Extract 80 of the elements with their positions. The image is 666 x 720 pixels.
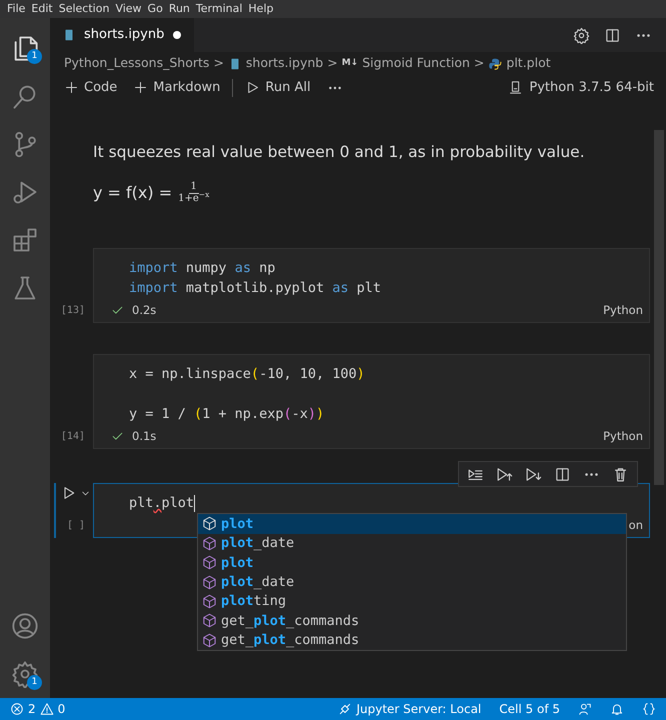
braces-icon[interactable] xyxy=(642,702,656,716)
cube-icon xyxy=(202,594,217,609)
execution-time: 0.2s xyxy=(132,302,156,319)
fraction-numerator: 1 xyxy=(188,182,199,194)
settings-icon[interactable] xyxy=(573,26,590,44)
plus-icon[interactable] xyxy=(133,80,148,95)
chevron-separator: > xyxy=(474,54,484,72)
suggestion-item[interactable]: plot_date xyxy=(198,572,626,592)
notification-badge: 1 xyxy=(27,49,42,64)
code-line: import matplotlib.pyplot as plt xyxy=(129,279,381,298)
run-above-icon[interactable] xyxy=(496,466,513,483)
code-line: import numpy as np xyxy=(129,259,276,278)
breadcrumb-item[interactable]: Sigmoid Function xyxy=(362,54,470,73)
run-below-icon[interactable] xyxy=(525,466,542,483)
suggestion-item[interactable]: get_plot_commands xyxy=(198,611,626,631)
suggestion-item[interactable]: plot xyxy=(198,553,626,572)
cell-language[interactable]: Python xyxy=(603,428,643,445)
cube-icon xyxy=(202,632,217,648)
cube-icon xyxy=(202,613,217,628)
cell-language[interactable]: on xyxy=(628,516,643,534)
code-line: y = 1 / (1 + np.exp(-x)) xyxy=(129,405,324,424)
split-editor-icon[interactable] xyxy=(554,466,571,483)
suggestion-item[interactable]: plot xyxy=(198,514,626,534)
breadcrumb-item[interactable]: shorts.ipynb xyxy=(246,54,324,73)
formula-lhs: y = f(x) = xyxy=(93,182,172,204)
add-cell-button[interactable]: Code xyxy=(84,78,118,98)
error-count[interactable]: 2 xyxy=(28,700,36,718)
cube-icon xyxy=(202,536,217,551)
kernel-picker[interactable]: Python 3.7.5 64-bit xyxy=(529,78,654,98)
trash-icon[interactable] xyxy=(612,466,629,483)
code-line: plt.plot xyxy=(129,494,194,514)
split-editor-icon[interactable] xyxy=(604,26,621,44)
cube-icon xyxy=(202,516,217,532)
menu-item[interactable]: Run xyxy=(166,0,193,18)
menu-item[interactable]: Edit xyxy=(28,0,56,18)
text-cursor xyxy=(194,494,196,512)
add-cell-button[interactable]: Markdown xyxy=(153,78,220,98)
scrollbar-thumb[interactable] xyxy=(654,130,664,485)
breadcrumb-item[interactable]: plt.plot xyxy=(506,54,551,73)
chevron-separator: > xyxy=(327,54,338,72)
execution-count: [13] xyxy=(60,304,85,318)
markdown-icon: M↓ xyxy=(342,56,358,70)
bell-icon[interactable] xyxy=(610,702,624,716)
code-cell[interactable]: import numpy as np import matplotlib.pyplot as plt 0.2s Python xyxy=(93,248,650,324)
notification-badge: 1 xyxy=(27,675,42,690)
focus-indicator xyxy=(54,483,56,538)
menu-item[interactable]: Help xyxy=(245,0,276,18)
suggestion-item[interactable]: get_plot_commands xyxy=(198,630,626,650)
feedback-icon[interactable] xyxy=(578,702,592,716)
cell-language[interactable]: Python xyxy=(603,302,643,319)
chevron-separator: > xyxy=(213,54,224,72)
kernel-icon[interactable] xyxy=(508,80,524,95)
breadcrumb-item[interactable]: Python_Lessons_Shorts xyxy=(64,54,210,73)
execution-time: 0.1s xyxy=(132,428,156,445)
code-line: x = np.linspace(-10, 10, 100) xyxy=(129,365,365,384)
cube-icon xyxy=(202,574,217,590)
markdown-paragraph: It squeezes real value between 0 and 1, as in probability value. xyxy=(93,142,586,163)
editor-tab[interactable]: shorts.ipynb xyxy=(50,18,194,52)
warning-count[interactable]: 0 xyxy=(58,700,66,718)
account-icon[interactable] xyxy=(11,612,39,640)
menu-item[interactable]: File xyxy=(4,0,28,18)
python-icon xyxy=(488,56,502,70)
blocks-icon[interactable] xyxy=(11,226,39,254)
plug-icon[interactable] xyxy=(338,702,352,716)
execution-count: [14] xyxy=(60,430,85,444)
warning-icon[interactable] xyxy=(40,702,54,716)
menu-item[interactable]: Terminal xyxy=(192,0,246,18)
cube-icon xyxy=(202,555,217,570)
menu-item[interactable]: Go xyxy=(144,0,166,18)
error-icon[interactable] xyxy=(10,702,24,716)
menu-item[interactable]: Selection xyxy=(56,0,112,18)
status-item[interactable]: Jupyter Server: Local xyxy=(356,700,482,718)
fraction-denominator: 1+e$^{−x}$ xyxy=(178,194,210,204)
run-all-button[interactable]: Run All xyxy=(265,78,311,98)
execution-count: [ ] xyxy=(66,519,85,534)
menu-item[interactable]: View xyxy=(112,0,145,18)
code-cell[interactable]: x = np.linspace(-10, 10, 100) y = 1 / (1 + np.exp(-x)) 0.1s Python xyxy=(93,354,650,450)
suggestion-item[interactable]: plotting xyxy=(198,592,626,612)
status-item[interactable]: Cell 5 of 5 xyxy=(499,700,560,718)
plus-icon[interactable] xyxy=(64,80,79,95)
